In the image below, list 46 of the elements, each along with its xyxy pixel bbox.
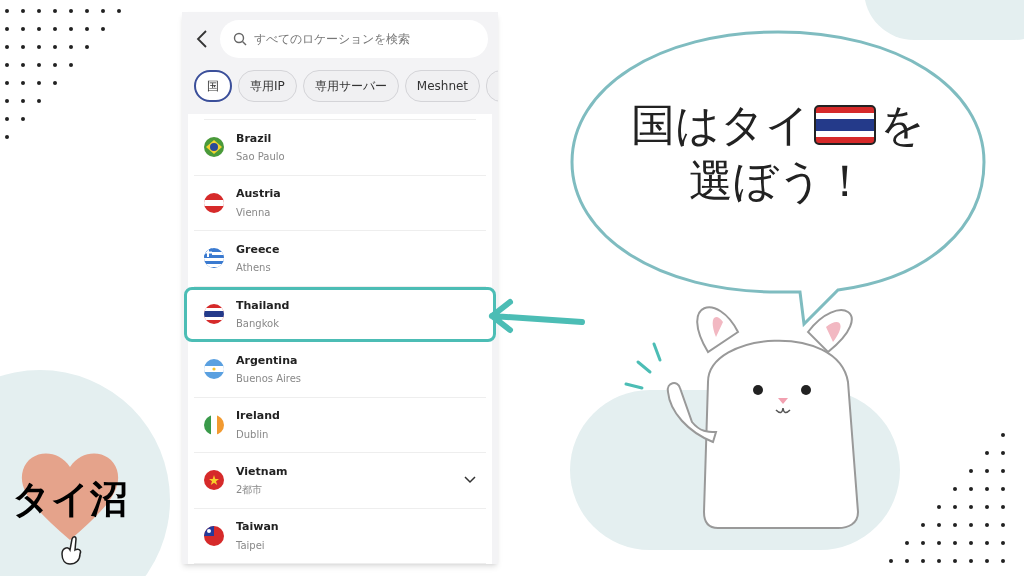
filter-chip[interactable]: Meshnet	[404, 70, 481, 102]
hand-icon	[58, 536, 84, 566]
country-name: Thailand	[236, 297, 291, 314]
location-row[interactable]: Argentina Buenos Aires	[194, 342, 486, 398]
filter-chip[interactable]: 専用サーバー	[302, 70, 399, 102]
filter-chip[interactable]: 国	[194, 70, 232, 102]
flag-icon	[204, 525, 224, 546]
flag-icon	[204, 137, 224, 158]
city-name: Taipei	[236, 538, 266, 553]
country-name: Brazil	[236, 130, 273, 147]
location-row[interactable]: Brazil Sao Paulo	[194, 120, 486, 176]
filter-chip[interactable]: 専用IP	[238, 70, 297, 102]
bubble-text: 選ぼう！	[689, 159, 867, 203]
chevron-left-icon	[196, 29, 208, 49]
location-row[interactable]: Vietnam 2都市	[194, 453, 486, 509]
city-name: Athens	[236, 261, 272, 275]
location-row[interactable]: Greece Athens	[194, 231, 486, 287]
location-row[interactable]: Thailand Bangkok	[184, 286, 496, 342]
city-name: Buenos Aires	[236, 372, 303, 386]
flag-icon	[204, 304, 224, 325]
flag-icon	[204, 414, 224, 435]
city-name: 2都市	[236, 483, 264, 497]
location-row[interactable]: Austria Vienna	[194, 175, 486, 231]
flag-icon	[204, 359, 224, 380]
country-name: Ireland	[236, 408, 281, 424]
location-row[interactable]: Taiwan Taipei	[194, 508, 486, 564]
chevron-down-icon[interactable]	[464, 476, 476, 485]
city-name: Sao Paulo	[236, 150, 286, 164]
city-name: Vienna	[236, 205, 272, 220]
country-name: Taiwan	[236, 519, 280, 535]
country-name: Greece	[236, 241, 281, 258]
flag-icon	[204, 192, 224, 213]
bubble-text: を	[880, 103, 925, 147]
flag-icon	[814, 105, 876, 145]
flag-icon	[204, 248, 224, 269]
flag-icon	[204, 470, 224, 491]
country-name: Argentina	[236, 352, 299, 369]
location-row[interactable]: Ireland Dublin	[194, 397, 486, 453]
country-name: Austria	[236, 186, 282, 202]
bubble-text: 国はタイ	[631, 103, 810, 147]
city-name: Bangkok	[236, 317, 281, 331]
search-icon	[233, 32, 247, 46]
city-name: Dublin	[236, 427, 270, 442]
search-field[interactable]: すべてのロケーションを検索	[220, 20, 488, 58]
country-name: Vietnam	[236, 463, 289, 480]
logo-text: タイ沼	[12, 480, 128, 518]
